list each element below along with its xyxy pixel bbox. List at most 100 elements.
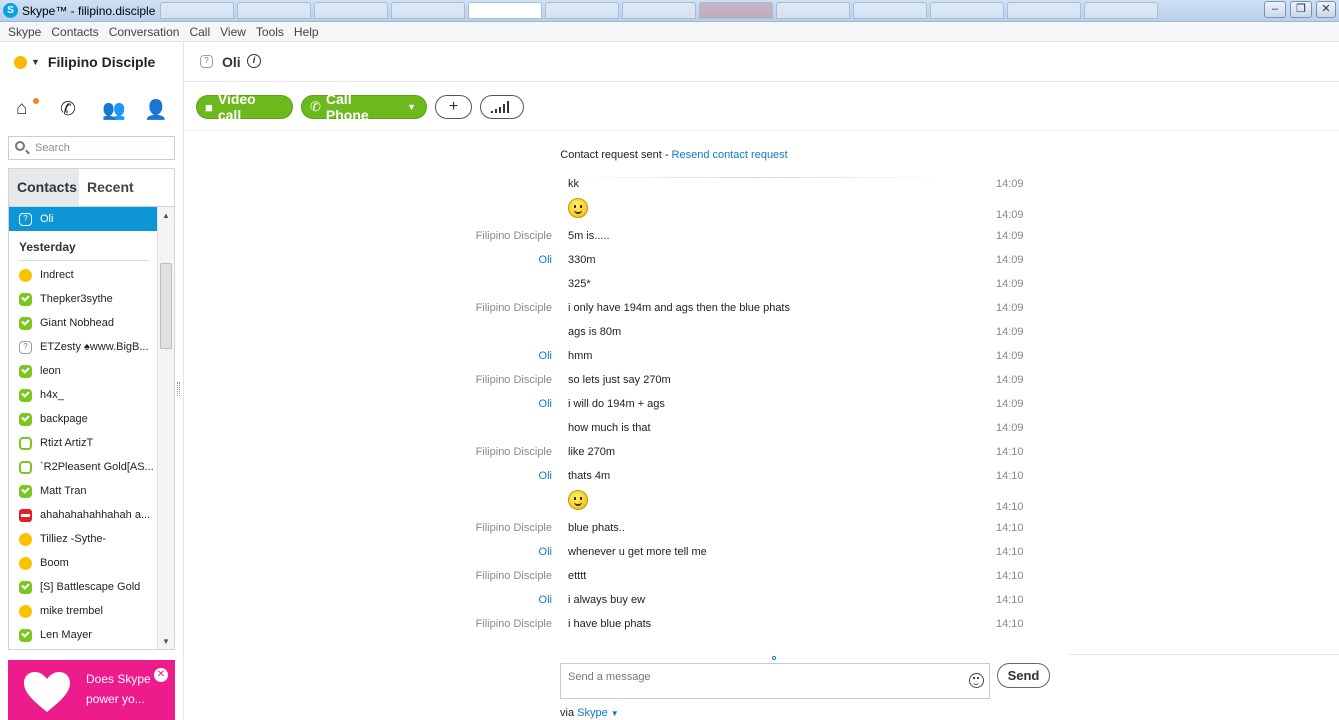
taskbar-tab[interactable] (699, 2, 773, 19)
scroll-thumb[interactable] (160, 263, 172, 349)
message-text: so lets just say 270m (568, 374, 671, 386)
scroll-down-icon[interactable]: ▼ (162, 637, 170, 646)
contact-list-item[interactable]: ahahahahahhahah a... (9, 503, 157, 527)
message-sender[interactable]: Oli (539, 254, 552, 266)
message-sender[interactable]: Oli (539, 470, 552, 482)
taskbar-tab[interactable] (314, 2, 388, 19)
message-sender[interactable]: Filipino Disciple (476, 570, 552, 582)
conversation-contact-name[interactable]: Oli (222, 54, 241, 70)
menu-view[interactable]: View (216, 22, 252, 41)
scroll-up-icon[interactable]: ▲ (162, 211, 170, 220)
message-compose-box[interactable] (560, 663, 990, 699)
add-people-button[interactable]: + (435, 95, 472, 119)
profile-status-menu[interactable]: ▼ Filipino Disciple (14, 54, 155, 70)
phone-icon[interactable]: ✆ (60, 98, 76, 121)
tab-recent[interactable]: Recent (79, 169, 174, 206)
contact-oli[interactable]: ? Oli (9, 207, 157, 231)
info-icon[interactable]: i (247, 54, 261, 68)
contact-list-item[interactable]: Indrect (9, 263, 157, 287)
taskbar-tab[interactable] (622, 2, 696, 19)
send-button[interactable]: Send (997, 663, 1050, 688)
group-contacts-icon[interactable]: 👥 (102, 98, 126, 122)
contact-list-scrollbar[interactable]: ▲ ▼ (157, 207, 174, 649)
restore-icon[interactable]: ❐ (1290, 1, 1312, 18)
search-box[interactable] (8, 136, 175, 160)
message-sender[interactable]: Filipino Disciple (476, 618, 552, 630)
add-contact-icon[interactable]: 👤 (144, 98, 168, 122)
panel-splitter[interactable] (177, 382, 180, 396)
search-input[interactable] (35, 140, 170, 156)
chat-message: Oli i always buy ew 14:10 (184, 589, 1339, 613)
call-quality-button[interactable] (480, 95, 524, 119)
via-skype-dropdown[interactable]: Skype (577, 707, 608, 719)
taskbar-tab-active[interactable] (468, 2, 542, 19)
menu-help[interactable]: Help (290, 22, 325, 41)
call-phone-button[interactable]: ✆ Call Phone ▼ (301, 91, 427, 123)
conversation-panel: ? Oli i ■ Video call ✆ Call Phone ▼ + Co… (183, 42, 1339, 720)
message-timestamp: 14:09 (996, 209, 1024, 221)
contact-list-item[interactable]: backpage (9, 407, 157, 431)
chat-message: Filipino Disciple i only have 194m and ag… (184, 297, 1339, 321)
taskbar-tab[interactable] (237, 2, 311, 19)
contact-list-item[interactable]: Giant Nobhead (9, 311, 157, 335)
message-sender[interactable]: Filipino Disciple (476, 230, 552, 242)
menu-conversation[interactable]: Conversation (105, 22, 186, 41)
taskbar-tab[interactable] (776, 2, 850, 19)
contact-list-item[interactable]: mike trembel (9, 599, 157, 623)
taskbar-tab[interactable] (545, 2, 619, 19)
message-text: whenever u get more tell me (568, 546, 707, 558)
taskbar-tab[interactable] (1007, 2, 1081, 19)
emoticon-icon[interactable] (969, 673, 984, 688)
contact-list-item[interactable]: Boom (9, 551, 157, 575)
taskbar-tab[interactable] (1084, 2, 1158, 19)
message-sender[interactable]: Filipino Disciple (476, 446, 552, 458)
message-sender[interactable]: Filipino Disciple (476, 522, 552, 534)
message-timestamp: 14:10 (996, 522, 1024, 534)
taskbar-tab[interactable] (391, 2, 465, 19)
taskbar-tab[interactable] (160, 2, 234, 19)
message-sender[interactable]: Filipino Disciple (476, 302, 552, 314)
message-sender[interactable]: Oli (539, 350, 552, 362)
menu-contacts[interactable]: Contacts (47, 22, 104, 41)
message-input[interactable] (568, 669, 958, 685)
contact-list-item[interactable]: Len Mayer (9, 623, 157, 647)
chat-message: Oli thats 4m 14:10 (184, 465, 1339, 489)
skype-window: S Skype™ - filipino.disciple – ❐ ✕ Skype… (0, 0, 1339, 720)
message-timestamp: 14:09 (996, 230, 1024, 242)
message-sender[interactable]: Oli (539, 546, 552, 558)
ad-banner[interactable]: Does Skype power yo... ✕ (8, 660, 175, 720)
close-ad-icon[interactable]: ✕ (154, 668, 168, 682)
taskbar-tab[interactable] (930, 2, 1004, 19)
menu-skype[interactable]: Skype (4, 22, 47, 41)
minimize-icon[interactable]: – (1264, 1, 1286, 18)
divider (1068, 654, 1339, 655)
contact-name: Boom (40, 557, 69, 569)
close-window-icon[interactable]: ✕ (1316, 1, 1336, 18)
message-sender[interactable]: Oli (539, 594, 552, 606)
taskbar-tab[interactable] (853, 2, 927, 19)
video-call-button[interactable]: ■ Video call (196, 91, 293, 123)
contact-list-item[interactable]: `R2Pleasent Gold[AS... (9, 455, 157, 479)
contact-list-tabs: Contacts Recent (8, 168, 175, 206)
contact-list-item[interactable]: ? ETZesty ♠www.BigB... (9, 335, 157, 359)
chevron-down-icon[interactable]: ▼ (611, 709, 619, 718)
skype-logo-icon: S (3, 3, 18, 18)
message-sender[interactable]: Oli (539, 398, 552, 410)
contact-list-item[interactable]: [S] Battlescape Gold (9, 575, 157, 599)
contact-list-item[interactable]: h4x_ (9, 383, 157, 407)
smiley-emoticon-icon (568, 490, 588, 510)
contact-list-item[interactable]: Matt Tran (9, 479, 157, 503)
signal-bars-icon (491, 101, 509, 113)
menu-tools[interactable]: Tools (252, 22, 290, 41)
search-icon (15, 141, 25, 151)
home-icon[interactable]: ⌂ (16, 98, 27, 120)
message-sender[interactable]: Filipino Disciple (476, 374, 552, 386)
contact-list-item[interactable]: Tilliez -Sythe- (9, 527, 157, 551)
contact-list-item[interactable]: Thepker3sythe (9, 287, 157, 311)
contact-list-item[interactable]: leon (9, 359, 157, 383)
menu-call[interactable]: Call (185, 22, 216, 41)
contact-list-item[interactable]: Rtizt ArtizT (9, 431, 157, 455)
resend-request-link[interactable]: Resend contact request (672, 149, 788, 161)
tab-contacts[interactable]: Contacts (9, 169, 79, 206)
chat-message: Oli 330m 14:09 (184, 249, 1339, 273)
